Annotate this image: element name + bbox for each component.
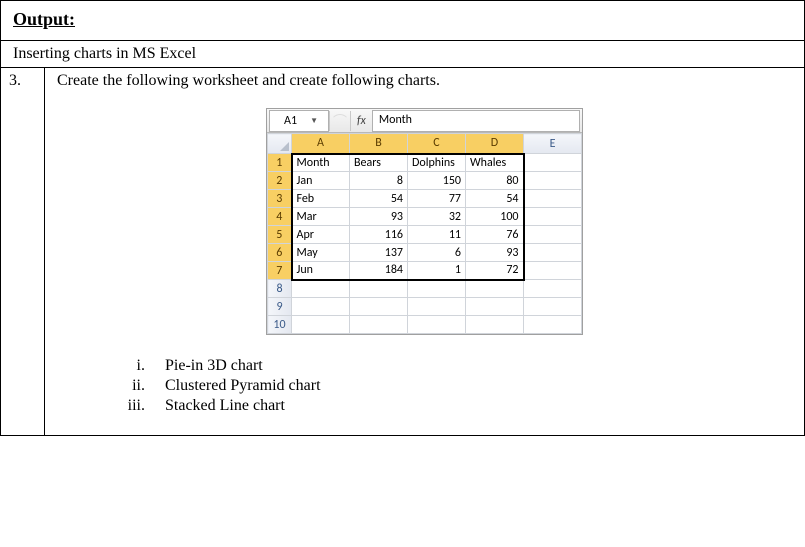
cell[interactable]: 93: [466, 244, 524, 262]
cell[interactable]: [408, 280, 466, 298]
task-number: 3.: [1, 68, 45, 435]
cell[interactable]: [466, 298, 524, 316]
cell[interactable]: [350, 316, 408, 334]
row-header-9[interactable]: 9: [268, 298, 292, 316]
cell[interactable]: [350, 280, 408, 298]
chevron-down-icon: ▼: [310, 116, 318, 126]
row-header-6[interactable]: 6: [268, 244, 292, 262]
name-box[interactable]: A1 ▼: [269, 110, 329, 132]
list-label: Pie-in 3D chart: [165, 357, 263, 375]
row-header-10[interactable]: 10: [268, 316, 292, 334]
cell[interactable]: 6: [408, 244, 466, 262]
cell[interactable]: [524, 316, 582, 334]
row-header-8[interactable]: 8: [268, 280, 292, 298]
list-item: iii. Stacked Line chart: [111, 397, 792, 415]
cell[interactable]: [524, 280, 582, 298]
cell[interactable]: Mar: [292, 208, 350, 226]
cell[interactable]: [408, 298, 466, 316]
section-title: Inserting charts in MS Excel: [1, 41, 804, 68]
row-header-2[interactable]: 2: [268, 172, 292, 190]
cell[interactable]: 11: [408, 226, 466, 244]
cell[interactable]: [408, 316, 466, 334]
cell[interactable]: 93: [350, 208, 408, 226]
row-header-5[interactable]: 5: [268, 226, 292, 244]
cell[interactable]: [524, 172, 582, 190]
cell[interactable]: [524, 226, 582, 244]
list-item: i. Pie-in 3D chart: [111, 357, 792, 375]
cell[interactable]: Month: [292, 154, 350, 172]
cell[interactable]: 54: [350, 190, 408, 208]
name-box-value: A1: [284, 114, 297, 128]
select-all-corner[interactable]: [268, 134, 292, 154]
list-number: iii.: [111, 397, 165, 415]
cell[interactable]: [524, 190, 582, 208]
list-number: ii.: [111, 377, 165, 395]
cell[interactable]: May: [292, 244, 350, 262]
output-header: Output:: [1, 1, 804, 41]
cell[interactable]: 77: [408, 190, 466, 208]
output-label: Output:: [13, 9, 75, 29]
formula-input[interactable]: Month: [372, 110, 580, 132]
task-body: Create the following worksheet and creat…: [45, 68, 804, 435]
page: Output: Inserting charts in MS Excel 3. …: [0, 0, 805, 436]
cell[interactable]: Whales: [466, 154, 524, 172]
cell[interactable]: [466, 280, 524, 298]
cell[interactable]: 72: [466, 262, 524, 280]
col-header-d[interactable]: D: [466, 134, 524, 154]
col-header-a[interactable]: A: [292, 134, 350, 154]
cell[interactable]: Apr: [292, 226, 350, 244]
col-header-e[interactable]: E: [524, 134, 582, 154]
cell[interactable]: [524, 208, 582, 226]
row-header-4[interactable]: 4: [268, 208, 292, 226]
cell[interactable]: [292, 316, 350, 334]
fx-curve-icon: ⌒: [329, 111, 351, 131]
cell[interactable]: Jun: [292, 262, 350, 280]
cell[interactable]: [292, 298, 350, 316]
row-header-3[interactable]: 3: [268, 190, 292, 208]
task-instruction: Create the following worksheet and creat…: [57, 72, 792, 90]
col-header-c[interactable]: C: [408, 134, 466, 154]
cell[interactable]: 184: [350, 262, 408, 280]
cell[interactable]: 100: [466, 208, 524, 226]
cell[interactable]: 1: [408, 262, 466, 280]
cell[interactable]: [292, 280, 350, 298]
cell[interactable]: [350, 298, 408, 316]
cell[interactable]: 54: [466, 190, 524, 208]
cell[interactable]: [466, 316, 524, 334]
chart-type-list: i. Pie-in 3D chart ii. Clustered Pyramid…: [111, 357, 792, 415]
cell[interactable]: 80: [466, 172, 524, 190]
row-header-7[interactable]: 7: [268, 262, 292, 280]
cell[interactable]: 76: [466, 226, 524, 244]
col-header-b[interactable]: B: [350, 134, 408, 154]
cell[interactable]: [524, 262, 582, 280]
cell[interactable]: 150: [408, 172, 466, 190]
cell[interactable]: Bears: [350, 154, 408, 172]
excel-screenshot: A1 ▼ ⌒ fx Month A B C D: [57, 108, 792, 335]
cell[interactable]: [524, 298, 582, 316]
formula-bar: A1 ▼ ⌒ fx Month: [267, 109, 582, 133]
list-number: i.: [111, 357, 165, 375]
cell[interactable]: 32: [408, 208, 466, 226]
cell[interactable]: 137: [350, 244, 408, 262]
fx-icon[interactable]: fx: [351, 114, 372, 128]
cell[interactable]: Feb: [292, 190, 350, 208]
list-item: ii. Clustered Pyramid chart: [111, 377, 792, 395]
cell[interactable]: Jan: [292, 172, 350, 190]
list-label: Stacked Line chart: [165, 397, 285, 415]
row-header-1[interactable]: 1: [268, 154, 292, 172]
spreadsheet-grid[interactable]: A B C D E 1 Month Bears Dolphins Whales: [267, 133, 582, 334]
task-row: 3. Create the following worksheet and cr…: [1, 68, 804, 435]
cell[interactable]: [524, 244, 582, 262]
cell[interactable]: 116: [350, 226, 408, 244]
cell[interactable]: Dolphins: [408, 154, 466, 172]
list-label: Clustered Pyramid chart: [165, 377, 321, 395]
cell[interactable]: 8: [350, 172, 408, 190]
cell[interactable]: [524, 154, 582, 172]
